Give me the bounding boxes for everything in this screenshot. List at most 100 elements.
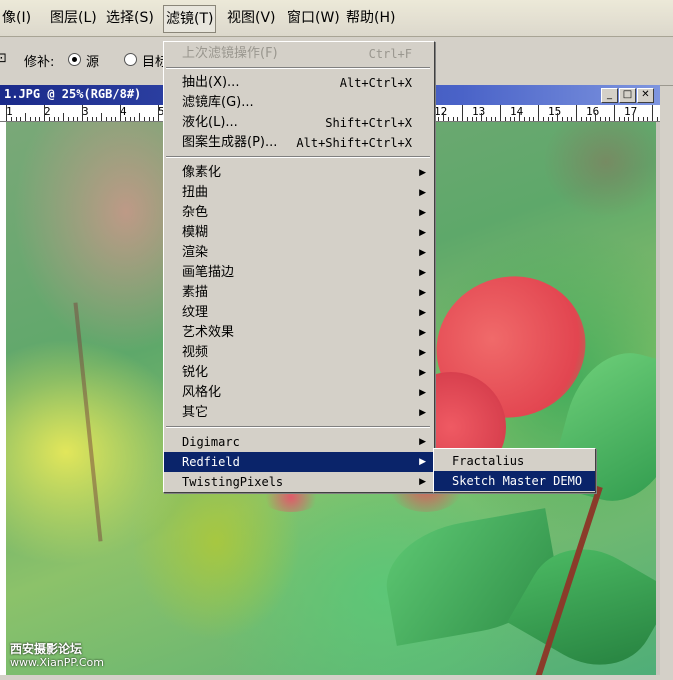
menu-item-stylize[interactable]: 风格化 ▶ xyxy=(164,383,434,403)
menu-item-render[interactable]: 渲染 ▶ xyxy=(164,243,434,263)
ruler-tick xyxy=(466,117,468,121)
ruler-tick xyxy=(124,117,126,121)
menu-item-fractalius[interactable]: Fractalius xyxy=(434,451,595,471)
ruler-tick xyxy=(15,117,17,121)
submenu-arrow-icon: ▶ xyxy=(419,308,426,318)
ruler-tick xyxy=(485,117,487,121)
ruler-tick xyxy=(67,117,69,121)
ruler-number: 15 xyxy=(548,105,562,118)
menu-item-sketch-master-demo[interactable]: Sketch Master DEMO xyxy=(434,471,595,491)
ruler-tick xyxy=(48,117,50,121)
ruler-tick xyxy=(115,117,117,121)
maximize-button[interactable]: □ xyxy=(619,88,636,103)
menu-item-video[interactable]: 视频 ▶ xyxy=(164,343,434,363)
menu-filter[interactable]: 滤镜(T) xyxy=(163,5,217,33)
menu-image[interactable]: 像(I) xyxy=(2,0,31,36)
ruler-tick xyxy=(599,117,601,121)
ruler-tick xyxy=(96,117,98,121)
ruler-tick xyxy=(476,117,478,121)
ruler-tick xyxy=(44,105,45,121)
menu-item-distort[interactable]: 扭曲 ▶ xyxy=(164,183,434,203)
ruler-tick xyxy=(538,105,539,121)
ruler-tick xyxy=(656,117,658,121)
menu-item-digimarc[interactable]: Digimarc ▶ xyxy=(164,432,434,452)
minimize-button[interactable]: _ xyxy=(601,88,618,103)
ruler-tick xyxy=(561,117,563,121)
menu-item-texture[interactable]: 纹理 ▶ xyxy=(164,303,434,323)
ruler-tick xyxy=(571,117,573,121)
ruler-tick xyxy=(633,113,634,121)
menu-select[interactable]: 选择(S) xyxy=(106,0,154,36)
ruler-tick xyxy=(523,117,525,121)
ruler-tick xyxy=(148,117,150,121)
submenu-arrow-icon: ▶ xyxy=(419,248,426,258)
menu-separator xyxy=(166,426,430,428)
menu-item-extract[interactable]: 抽出(X)... Alt+Ctrl+X xyxy=(164,73,434,93)
menu-window[interactable]: 窗口(W) xyxy=(287,0,340,36)
ruler-tick xyxy=(101,113,102,121)
ruler-number: 13 xyxy=(472,105,486,118)
submenu-arrow-icon: ▶ xyxy=(419,328,426,338)
target-radio[interactable] xyxy=(124,53,137,66)
tool-icon[interactable]: ⊡ xyxy=(0,51,7,66)
ruler-tick xyxy=(604,117,606,121)
menu-item-twistingpixels[interactable]: TwistingPixels ▶ xyxy=(164,472,434,492)
patch-label: 修补: xyxy=(24,55,55,70)
ruler-tick xyxy=(471,117,473,121)
source-radio[interactable] xyxy=(68,53,81,66)
ruler-number: 17 xyxy=(624,105,638,118)
menu-item-filter-gallery[interactable]: 滤镜库(G)... xyxy=(164,93,434,113)
watermark-url: www.XianPP.Com xyxy=(10,656,104,669)
stem xyxy=(73,302,103,542)
ruler-tick xyxy=(452,117,454,121)
close-button[interactable]: ✕ xyxy=(637,88,654,103)
ruler-tick xyxy=(637,117,639,121)
submenu-arrow-icon: ▶ xyxy=(419,288,426,298)
submenu-arrow-icon: ▶ xyxy=(419,268,426,278)
menu-item-last-filter[interactable]: 上次滤镜操作(F) Ctrl+F xyxy=(164,44,434,64)
ruler-tick xyxy=(120,105,121,121)
ruler-tick xyxy=(10,117,12,121)
ruler-tick xyxy=(623,117,625,121)
ruler-tick xyxy=(509,117,511,121)
ruler-tick xyxy=(533,117,535,121)
menu-item-other[interactable]: 其它 ▶ xyxy=(164,403,434,423)
ruler-tick xyxy=(457,117,459,121)
ruler-tick xyxy=(6,105,7,121)
ruler-tick xyxy=(528,117,530,121)
ruler-tick xyxy=(547,117,549,121)
ruler-tick xyxy=(77,117,79,121)
menu-item-liquify[interactable]: 液化(L)... Shift+Ctrl+X xyxy=(164,113,434,133)
ruler-tick xyxy=(618,117,620,121)
document-title: 1.JPG @ 25%(RGB/8#) xyxy=(4,87,142,101)
menu-item-sketch[interactable]: 素描 ▶ xyxy=(164,283,434,303)
menu-item-brush-strokes[interactable]: 画笔描边 ▶ xyxy=(164,263,434,283)
menu-help[interactable]: 帮助(H) xyxy=(346,0,395,36)
ruler-tick xyxy=(647,117,649,121)
ruler-tick xyxy=(86,117,88,121)
redfield-submenu: Fractalius Sketch Master DEMO xyxy=(433,448,596,493)
source-label: 源 xyxy=(86,55,100,70)
ruler-tick xyxy=(53,117,55,121)
menu-item-pixelate[interactable]: 像素化 ▶ xyxy=(164,163,434,183)
menu-item-pattern-maker[interactable]: 图案生成器(P)... Alt+Shift+Ctrl+X xyxy=(164,133,434,153)
ruler-number: 14 xyxy=(510,105,524,118)
ruler-tick xyxy=(514,117,516,121)
menu-layer[interactable]: 图层(L) xyxy=(50,0,97,36)
ruler-tick xyxy=(585,117,587,121)
ruler-tick xyxy=(519,113,520,121)
ruler-tick xyxy=(500,105,501,121)
submenu-arrow-icon: ▶ xyxy=(419,188,426,198)
menu-view[interactable]: 视图(V) xyxy=(227,0,276,36)
submenu-arrow-icon: ▶ xyxy=(419,228,426,238)
menu-item-artistic[interactable]: 艺术效果 ▶ xyxy=(164,323,434,343)
ruler-tick xyxy=(542,117,544,121)
menu-item-sharpen[interactable]: 锐化 ▶ xyxy=(164,363,434,383)
ruler-tick xyxy=(642,117,644,121)
menu-item-blur[interactable]: 模糊 ▶ xyxy=(164,223,434,243)
menu-item-redfield[interactable]: Redfield ▶ xyxy=(164,452,434,472)
ruler-tick xyxy=(158,105,159,121)
menu-item-noise[interactable]: 杂色 ▶ xyxy=(164,203,434,223)
ruler-tick xyxy=(609,117,611,121)
watermark-title: 西安摄影论坛 xyxy=(10,642,83,656)
